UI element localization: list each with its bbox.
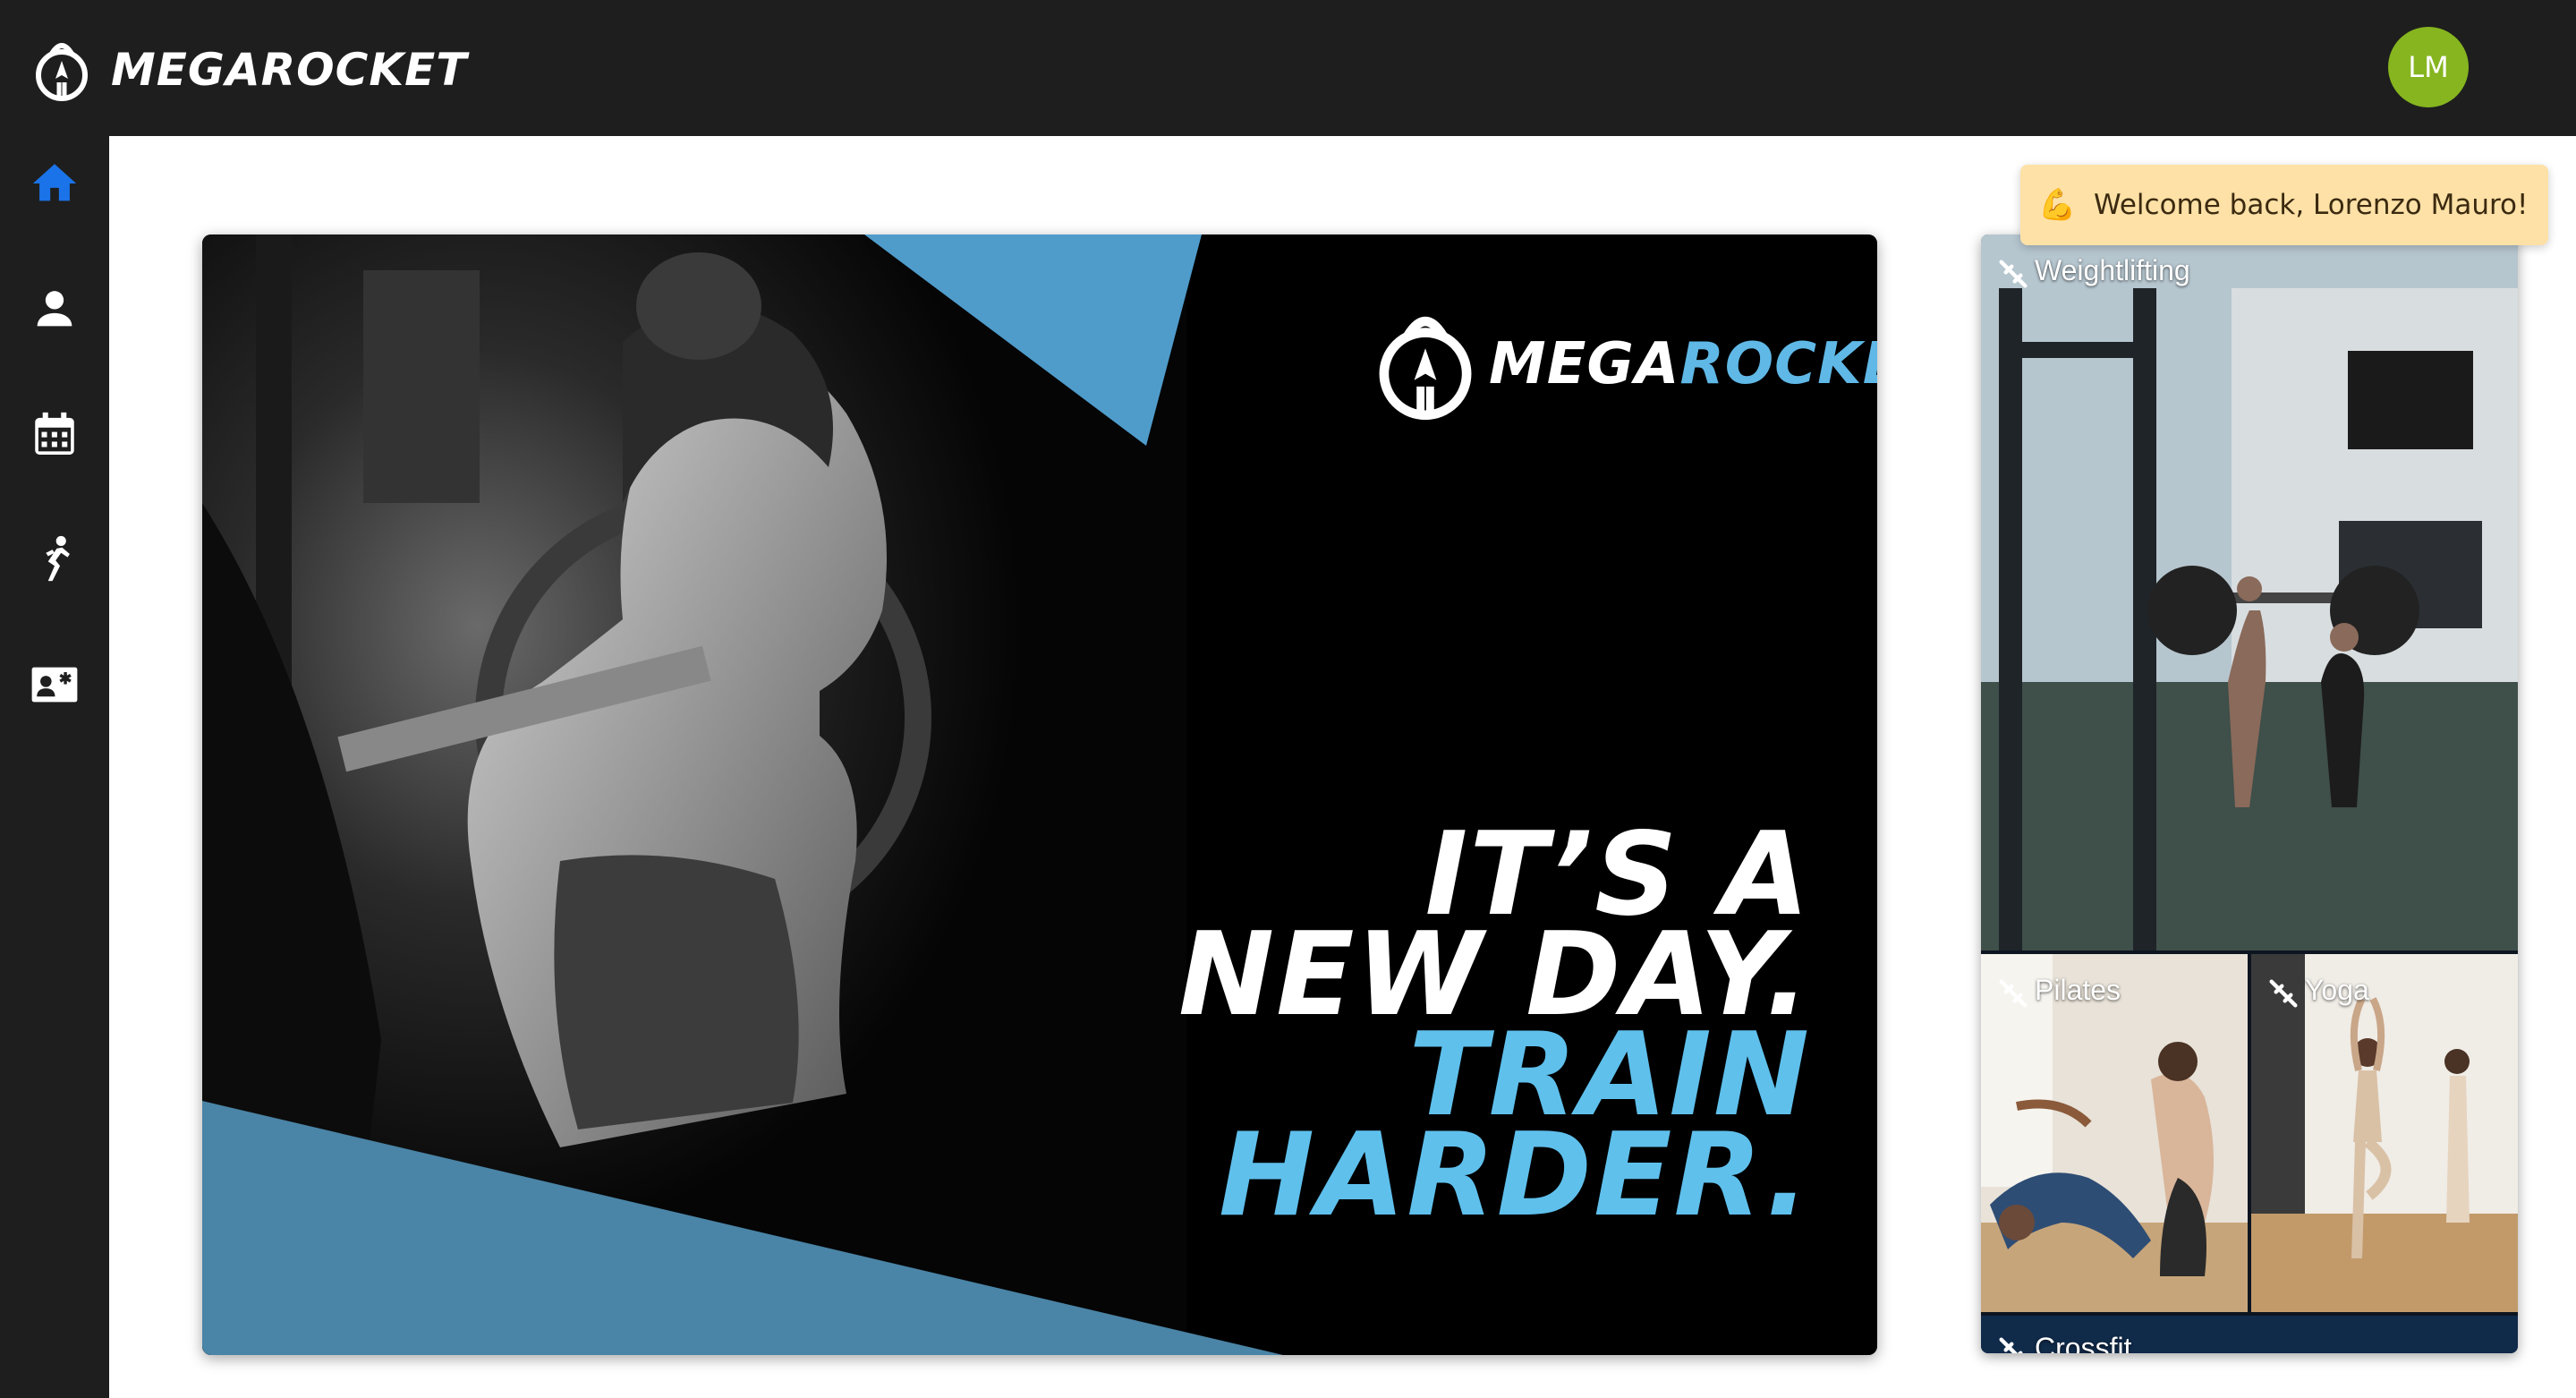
dumbbell-icon: [1999, 260, 2028, 288]
weightlifting-photo: [1981, 234, 2518, 950]
sidebar-item-home[interactable]: [21, 150, 88, 217]
sidebar-item-profile[interactable]: [21, 276, 88, 342]
hero-brand-part1: MEGA: [1489, 331, 1680, 397]
activity-label-crossfit: Crossfit: [2035, 1332, 2132, 1353]
sidebar-nav: [0, 136, 109, 1398]
hero-brand-logo: MEGAROCKET: [1376, 297, 1877, 431]
dumbbell-icon: [2269, 979, 2298, 1008]
flexed-biceps-icon: 💪: [2038, 187, 2077, 223]
app-brand-name[interactable]: MEGAROCKET: [111, 41, 467, 98]
user-avatar[interactable]: LM: [2388, 27, 2469, 107]
activity-tile-yoga[interactable]: Yoga: [2251, 954, 2518, 1312]
activity-tile-crossfit[interactable]: Crossfit: [1981, 1316, 2518, 1353]
dumbbell-icon: [1999, 1337, 2023, 1353]
sidebar-item-activities[interactable]: [21, 526, 88, 592]
hero-banner: MEGAROCKET IT’S A NEW DAY. TRAIN HARDER.: [202, 234, 1877, 1355]
calendar-icon: [35, 412, 74, 455]
user-icon: [37, 291, 72, 327]
activity-label-yoga: Yoga: [2305, 974, 2369, 1006]
member-card-icon: [31, 667, 78, 703]
toast-message: Welcome back, Lorenzo Mauro!: [2094, 189, 2529, 221]
dumbbell-icon: [1999, 979, 2028, 1008]
slogan-line-4: HARDER.: [1219, 1109, 1811, 1242]
hero-slogan: IT’S A NEW DAY. TRAIN HARDER.: [1178, 818, 1811, 1242]
home-icon: [32, 164, 77, 201]
top-app-bar: MEGAROCKET LM: [0, 0, 2576, 136]
rocket-logo-icon: [1379, 316, 1472, 421]
activities-panel: Weightlifting Pilates Yoga Crossfit: [1981, 234, 2518, 1353]
activity-icon: [46, 535, 70, 582]
sidebar-item-membership[interactable]: [21, 652, 88, 718]
sidebar-item-calendar[interactable]: [21, 401, 88, 467]
hero-brand-part2: ROCKET: [1679, 331, 1877, 397]
activity-tile-pilates[interactable]: Pilates: [1981, 954, 2248, 1312]
activity-label-pilates: Pilates: [2035, 974, 2121, 1006]
welcome-toast[interactable]: 💪 Welcome back, Lorenzo Mauro!: [2020, 165, 2548, 245]
hero-brand-name: MEGAROCKET: [1489, 331, 1877, 397]
rocket-logo-icon: [36, 43, 88, 101]
activity-tile-weightlifting[interactable]: Weightlifting: [1981, 234, 2518, 950]
activity-label-weightlifting: Weightlifting: [2035, 254, 2190, 286]
